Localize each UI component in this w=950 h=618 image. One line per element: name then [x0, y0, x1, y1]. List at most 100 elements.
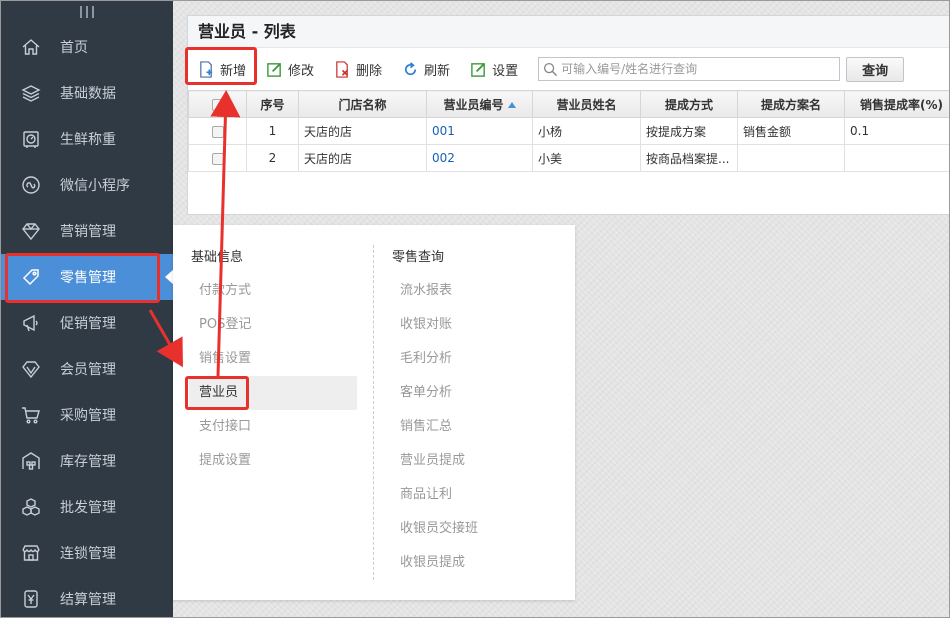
warehouse-icon: [20, 450, 42, 472]
menu-item-cashier-shift-handover[interactable]: 收银员交接班: [400, 512, 560, 546]
sidebar-item-label: 生鲜称重: [60, 132, 116, 148]
menu-item-customer-order-analysis[interactable]: 客单分析: [400, 376, 560, 410]
col-header-code-label: 营业员编号: [443, 97, 504, 112]
tag-icon: [20, 266, 42, 288]
home-icon: [20, 36, 42, 58]
sidebar-item-wholesale[interactable]: 批发管理: [0, 484, 173, 530]
add-file-icon: [200, 60, 213, 78]
settings-edit-icon: [471, 62, 485, 77]
diamond-icon: [20, 220, 42, 242]
menu-item-cashier-commission[interactable]: 收银员提成: [400, 546, 560, 580]
add-button[interactable]: 新增: [198, 60, 246, 79]
search-input[interactable]: [561, 62, 840, 76]
edit-label: 修改: [288, 63, 315, 79]
settings-button[interactable]: 设置: [470, 60, 518, 79]
cell-commission-rate: [844, 144, 950, 172]
cell-store: 天店的店: [298, 144, 427, 172]
cell-commission-rate: 0.1: [844, 117, 950, 145]
row-checkbox-cell[interactable]: [188, 144, 247, 172]
gem-icon: [20, 358, 42, 380]
sidebar-item-label: 结算管理: [60, 592, 116, 608]
delete-button[interactable]: 删除: [334, 60, 382, 79]
sidebar-item-promotion[interactable]: 促销管理: [0, 300, 173, 346]
select-all-header[interactable]: [188, 90, 247, 118]
retail-management-menu: 基础信息 付款方式 POS登记 销售设置 营业员 支付接口 提成设置 零售查询 …: [173, 225, 575, 600]
col-header-code[interactable]: 营业员编号: [426, 90, 533, 118]
sidebar-item-inventory[interactable]: 库存管理: [0, 438, 173, 484]
menu-item-sales-summary[interactable]: 销售汇总: [400, 410, 560, 444]
cell-code[interactable]: 001: [426, 117, 533, 145]
col-header-commission-rate[interactable]: 销售提成率(%): [844, 90, 950, 118]
toolbar: 新增 修改 删除 刷新 设置 查询: [188, 48, 949, 90]
cell-name: 小美: [532, 144, 641, 172]
layers-icon: [20, 82, 42, 104]
cell-index: 2: [246, 144, 299, 172]
col-header-commission-method[interactable]: 提成方式: [640, 90, 738, 118]
menu-item-sales-settings[interactable]: 销售设置: [189, 342, 357, 376]
sidebar-collapse-handle[interactable]: [0, 0, 173, 24]
sidebar-item-membership[interactable]: 会员管理: [0, 346, 173, 392]
sidebar: 首页 基础数据 生鲜称重 微信小程序 营销管理 零售管理 促销管理 会员管理 采…: [0, 0, 174, 618]
sidebar-item-label: 营销管理: [60, 224, 116, 240]
menu-item-cashier-reconciliation[interactable]: 收银对账: [400, 308, 560, 342]
query-button[interactable]: 查询: [846, 56, 905, 82]
sidebar-item-wechat-mini[interactable]: 微信小程序: [0, 162, 173, 208]
menu-item-payment-interface[interactable]: 支付接口: [189, 410, 357, 444]
cell-commission-method: 按提成方案: [640, 117, 738, 145]
cell-commission-plan: [737, 144, 845, 172]
delete-label: 删除: [356, 63, 383, 79]
cell-index: 1: [246, 117, 299, 145]
sidebar-item-home[interactable]: 首页: [0, 24, 173, 70]
select-all-checkbox[interactable]: [211, 98, 224, 111]
col-header-index: 序号: [246, 90, 299, 118]
row-checkbox-cell[interactable]: [188, 117, 247, 145]
menu-item-transaction-report[interactable]: 流水报表: [400, 274, 560, 308]
sidebar-item-label: 微信小程序: [60, 178, 130, 194]
mini-program-icon: [20, 174, 42, 196]
table-row[interactable]: 1 天店的店 001 小杨 按提成方案 销售金额 0.1: [188, 117, 950, 145]
col-header-name[interactable]: 营业员姓名: [532, 90, 641, 118]
sidebar-item-label: 首页: [60, 40, 88, 56]
cell-name: 小杨: [532, 117, 641, 145]
sidebar-item-label: 采购管理: [60, 408, 116, 424]
row-checkbox[interactable]: [211, 125, 224, 138]
page-title: 营业员 - 列表: [188, 16, 949, 48]
sidebar-item-retail[interactable]: 零售管理: [0, 254, 174, 300]
menu-item-salesperson-commission[interactable]: 营业员提成: [400, 444, 560, 478]
sidebar-item-settlement[interactable]: 结算管理: [0, 576, 173, 618]
sidebar-item-fresh-weighing[interactable]: 生鲜称重: [0, 116, 173, 162]
menu-item-product-discount[interactable]: 商品让利: [400, 478, 560, 512]
menu-item-payment-methods[interactable]: 付款方式: [189, 274, 357, 308]
cart-icon: [20, 404, 42, 426]
search-icon: [544, 62, 558, 76]
store-icon: [20, 542, 42, 564]
menu-item-pos-registration[interactable]: POS登记: [189, 308, 357, 342]
col-header-store[interactable]: 门店名称: [298, 90, 427, 118]
menu-column-retail-query: 零售查询 流水报表 收银对账 毛利分析 客单分析 销售汇总 营业员提成 商品让利…: [373, 245, 575, 580]
refresh-button[interactable]: 刷新: [402, 60, 450, 79]
sidebar-item-label: 促销管理: [60, 316, 116, 332]
sidebar-item-chain[interactable]: 连锁管理: [0, 530, 173, 576]
cell-code[interactable]: 002: [426, 144, 533, 172]
sidebar-item-marketing[interactable]: 营销管理: [0, 208, 173, 254]
table-header-row: 序号 门店名称 营业员编号 营业员姓名 提成方式 提成方案名 销售提成率(%): [188, 90, 950, 118]
sidebar-item-label: 连锁管理: [60, 546, 116, 562]
refresh-icon: [405, 61, 417, 75]
menu-heading-basic-info: 基础信息: [191, 250, 244, 265]
menu-item-commission-settings[interactable]: 提成设置: [189, 444, 357, 478]
sidebar-item-label: 批发管理: [60, 500, 116, 516]
salesperson-list-panel: 营业员 - 列表 新增 修改 删除 刷新 设置 查询: [187, 15, 950, 215]
menu-heading-retail-query: 零售查询: [392, 250, 445, 265]
boxes-icon: [20, 496, 42, 518]
row-checkbox[interactable]: [211, 152, 224, 165]
salesperson-table: 序号 门店名称 营业员编号 营业员姓名 提成方式 提成方案名 销售提成率(%) …: [188, 90, 950, 172]
table-row[interactable]: 2 天店的店 002 小美 按商品档案提...: [188, 144, 950, 172]
menu-item-salesperson[interactable]: 营业员: [189, 376, 357, 410]
sidebar-item-purchase[interactable]: 采购管理: [0, 392, 173, 438]
col-header-commission-plan[interactable]: 提成方案名: [737, 90, 845, 118]
cell-store: 天店的店: [298, 117, 427, 145]
edit-button[interactable]: 修改: [266, 60, 314, 79]
sidebar-item-basic-data[interactable]: 基础数据: [0, 70, 173, 116]
search-box: [538, 57, 841, 81]
menu-item-gross-profit-analysis[interactable]: 毛利分析: [400, 342, 560, 376]
